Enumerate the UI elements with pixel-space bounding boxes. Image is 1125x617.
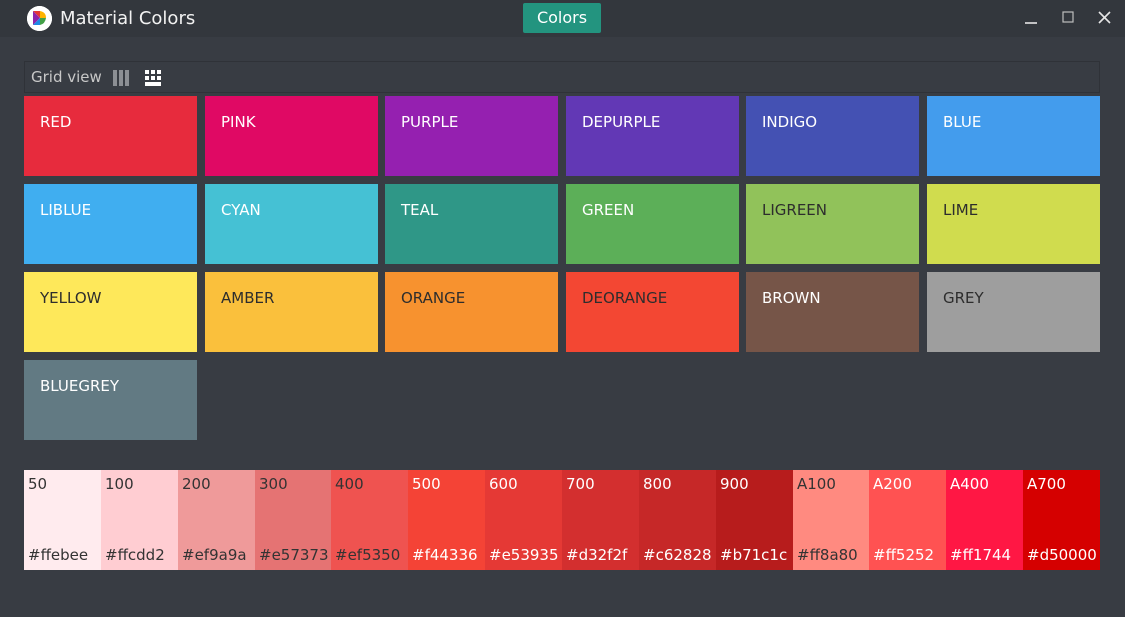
color-tile-red[interactable]: RED (24, 96, 197, 176)
app-title: Material Colors (60, 8, 196, 29)
color-tile-label: BROWN (762, 289, 821, 307)
shade-hex-code: #d32f2f (566, 546, 628, 564)
shade-name: 100 (105, 475, 134, 493)
shade-swatch-400[interactable]: 400 #ef5350 (331, 470, 408, 570)
shade-name: 300 (259, 475, 288, 493)
shade-name: 900 (720, 475, 749, 493)
color-tile-label: INDIGO (762, 113, 818, 131)
color-tile-deorange[interactable]: DEORANGE (566, 272, 739, 352)
color-tile-label: GREEN (582, 201, 635, 219)
color-tile-label: LIME (943, 201, 979, 219)
color-tile-label: BLUE (943, 113, 982, 131)
shade-hex-code: #ef5350 (335, 546, 401, 564)
grid-icon (145, 70, 161, 86)
shade-swatch-50[interactable]: 50 #ffebee (24, 470, 101, 570)
color-tile-bluegrey[interactable]: BLUEGREY (24, 360, 197, 440)
shade-swatch-500[interactable]: 500 #f44336 (408, 470, 485, 570)
color-tile-teal[interactable]: TEAL (385, 184, 558, 264)
color-tile-label: TEAL (401, 201, 439, 219)
shade-name: A400 (950, 475, 989, 493)
list-view-button[interactable] (112, 69, 130, 87)
color-tile-ligreen[interactable]: LIGREEN (746, 184, 919, 264)
minimize-icon (1025, 22, 1037, 24)
color-tile-green[interactable]: GREEN (566, 184, 739, 264)
shade-name: A700 (1027, 475, 1066, 493)
shade-swatch-a400[interactable]: A400 #ff1744 (946, 470, 1023, 570)
shade-name: 400 (335, 475, 364, 493)
color-tile-depurple[interactable]: DEPURPLE (566, 96, 739, 176)
shade-hex-code: #ff5252 (873, 546, 935, 564)
shade-hex-code: #c62828 (643, 546, 712, 564)
color-grid: RED PINK PURPLE DEPURPLE INDIGO BLUE LIBLUE CYA… (24, 96, 1100, 440)
minimize-button[interactable] (1018, 6, 1044, 30)
shade-name: A200 (873, 475, 912, 493)
color-tile-label: CYAN (221, 201, 261, 219)
color-tile-grey[interactable]: GREY (927, 272, 1100, 352)
shade-name: 600 (489, 475, 518, 493)
shade-swatch-100[interactable]: 100 #ffcdd2 (101, 470, 178, 570)
color-tile-orange[interactable]: ORANGE (385, 272, 558, 352)
color-tile-label: YELLOW (40, 289, 102, 307)
color-tile-label: ORANGE (401, 289, 466, 307)
color-tile-lime[interactable]: LIME (927, 184, 1100, 264)
shade-name: A100 (797, 475, 836, 493)
maximize-icon (1062, 11, 1074, 23)
shade-name: 200 (182, 475, 211, 493)
shade-hex-code: #e57373 (259, 546, 329, 564)
color-tile-label: PINK (221, 113, 256, 131)
shade-swatch-a700[interactable]: A700 #d50000 (1023, 470, 1100, 570)
color-tile-amber[interactable]: AMBER (205, 272, 378, 352)
shade-hex-code: #ffcdd2 (105, 546, 165, 564)
color-tile-purple[interactable]: PURPLE (385, 96, 558, 176)
shade-swatch-700[interactable]: 700 #d32f2f (562, 470, 639, 570)
color-tile-label: AMBER (221, 289, 275, 307)
color-tile-cyan[interactable]: CYAN (205, 184, 378, 264)
shade-swatch-600[interactable]: 600 #e53935 (485, 470, 562, 570)
shade-hex-code: #ef9a9a (182, 546, 247, 564)
shade-name: 700 (566, 475, 595, 493)
color-tile-label: LIBLUE (40, 201, 92, 219)
grid-view-button[interactable] (144, 69, 162, 87)
shade-hex-code: #ff8a80 (797, 546, 858, 564)
list-columns-icon (113, 70, 129, 86)
shade-name: 800 (643, 475, 672, 493)
shade-swatch-a200[interactable]: A200 #ff5252 (869, 470, 946, 570)
shade-name: 50 (28, 475, 48, 493)
shade-swatch-a100[interactable]: A100 #ff8a80 (793, 470, 869, 570)
color-tile-label: RED (40, 113, 72, 131)
shade-swatch-900[interactable]: 900 #b71c1c (716, 470, 793, 570)
color-tile-pink[interactable]: PINK (205, 96, 378, 176)
shade-hex-code: #d50000 (1027, 546, 1097, 564)
close-button[interactable] (1091, 6, 1117, 30)
shade-name: 500 (412, 475, 441, 493)
view-mode-label: Grid view (31, 68, 102, 86)
color-tile-blue[interactable]: BLUE (927, 96, 1100, 176)
color-tile-liblue[interactable]: LIBLUE (24, 184, 197, 264)
shade-swatch-800[interactable]: 800 #c62828 (639, 470, 716, 570)
tab-colors[interactable]: Colors (523, 3, 601, 33)
color-tile-label: DEPURPLE (582, 113, 661, 131)
shade-swatch-200[interactable]: 200 #ef9a9a (178, 470, 255, 570)
shade-hex-code: #e53935 (489, 546, 559, 564)
color-tile-label: PURPLE (401, 113, 459, 131)
shade-swatch-300[interactable]: 300 #e57373 (255, 470, 331, 570)
shade-hex-code: #ff1744 (950, 546, 1012, 564)
shade-hex-code: #b71c1c (720, 546, 788, 564)
maximize-button[interactable] (1055, 6, 1081, 30)
color-tile-yellow[interactable]: YELLOW (24, 272, 197, 352)
view-mode-bar: Grid view (24, 61, 1100, 93)
shade-strip: 50 #ffebee 100 #ffcdd2 200 #ef9a9a 300 #e57373 4… (24, 470, 1100, 570)
color-tile-label: BLUEGREY (40, 377, 120, 395)
color-tile-brown[interactable]: BROWN (746, 272, 919, 352)
shade-hex-code: #ffebee (28, 546, 89, 564)
shade-hex-code: #f44336 (412, 546, 478, 564)
color-tile-indigo[interactable]: INDIGO (746, 96, 919, 176)
close-icon (1098, 11, 1111, 24)
color-tile-label: DEORANGE (582, 289, 668, 307)
app-logo-icon (27, 6, 52, 31)
color-tile-label: LIGREEN (762, 201, 828, 219)
title-bar: Material Colors Colors (0, 0, 1125, 37)
color-tile-label: GREY (943, 289, 984, 307)
